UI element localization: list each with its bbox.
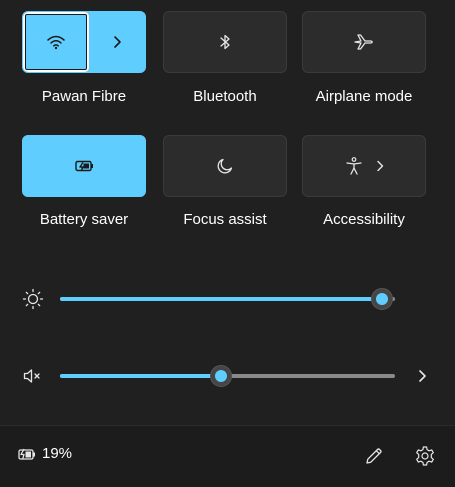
chevron-right-icon	[419, 370, 426, 382]
wifi-label: Pawan Fibre	[41, 88, 127, 105]
airplane-mode-tile[interactable]	[302, 11, 426, 73]
quick-settings-footer: 19%	[0, 425, 455, 487]
bluetooth-icon	[220, 34, 230, 50]
airplane-mode-label: Airplane mode	[315, 88, 413, 105]
volume-slider-thumb-dot	[214, 370, 227, 382]
bluetooth-tile[interactable]	[163, 11, 287, 73]
edit-quick-settings-button[interactable]	[361, 443, 387, 469]
battery-saver-tile[interactable]	[22, 135, 146, 197]
chevron-right-icon	[377, 160, 384, 172]
wifi-toggle-button[interactable]	[23, 12, 89, 72]
brightness-slider[interactable]	[60, 288, 395, 310]
moon-icon	[217, 158, 233, 174]
volume-row	[0, 361, 455, 391]
pencil-icon	[366, 448, 382, 464]
volume-slider[interactable]	[60, 365, 395, 387]
accessibility-tile[interactable]	[302, 135, 426, 197]
brightness-slider-thumb[interactable]	[370, 288, 393, 310]
battery-status[interactable]: 19%	[16, 445, 72, 462]
focus-assist-label: Focus assist	[183, 211, 267, 228]
gear-icon	[416, 446, 434, 466]
battery-saver-icon	[75, 160, 93, 172]
battery-saver-label: Battery saver	[39, 211, 129, 228]
chevron-right-icon	[114, 36, 121, 48]
wifi-networks-button[interactable]	[89, 12, 145, 72]
volume-slider-thumb[interactable]	[209, 365, 232, 387]
all-settings-button[interactable]	[412, 443, 438, 469]
brightness-row	[0, 284, 455, 314]
airplane-icon	[354, 34, 373, 50]
accessibility-icon	[346, 157, 362, 175]
quick-settings-panel: Pawan Fibre Bluetooth Airplane mode Batt…	[0, 0, 455, 487]
volume-slider-fill	[60, 374, 221, 378]
audio-output-button[interactable]	[410, 364, 434, 388]
speaker-muted-icon[interactable]	[22, 365, 44, 387]
brightness-icon	[22, 288, 44, 310]
brightness-slider-fill	[60, 297, 382, 301]
brightness-slider-thumb-dot	[375, 293, 388, 305]
battery-charging-icon	[18, 448, 35, 460]
accessibility-label: Accessibility	[323, 211, 405, 228]
bluetooth-label: Bluetooth	[193, 88, 257, 105]
battery-percentage: 19%	[42, 445, 73, 462]
wifi-icon	[47, 35, 65, 50]
wifi-tile	[22, 11, 146, 73]
focus-assist-tile[interactable]	[163, 135, 287, 197]
